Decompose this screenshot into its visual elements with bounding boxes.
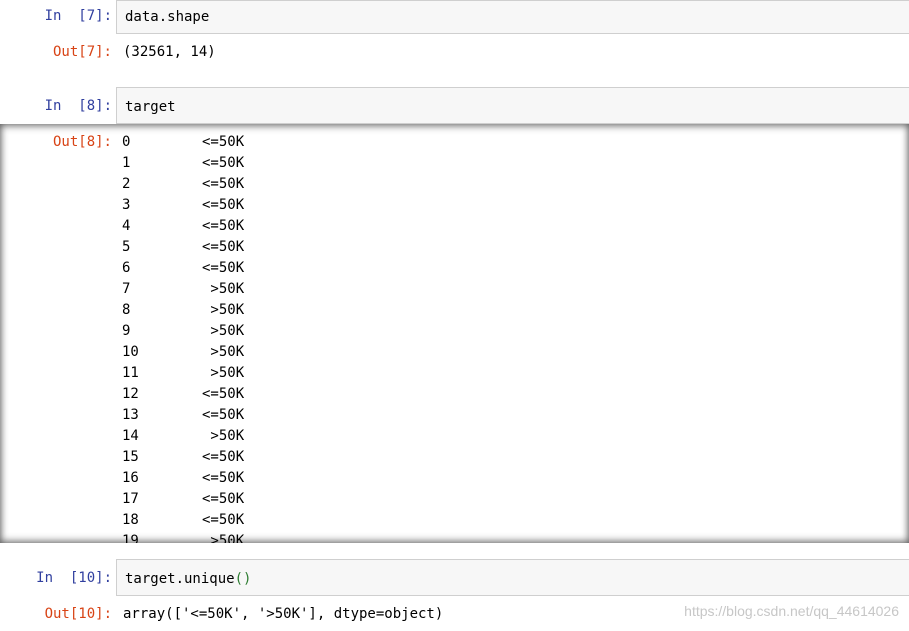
series-index: 19: [122, 533, 139, 543]
series-row: 8 >50K: [122, 300, 244, 321]
series-row: 15 <=50K: [122, 447, 244, 468]
series-index: 18: [122, 512, 139, 528]
out-prompt-10: Out[10]:: [44, 606, 112, 622]
series-row: 11 >50K: [122, 363, 244, 384]
series-row: 4 <=50K: [122, 216, 244, 237]
series-row: 13 <=50K: [122, 405, 244, 426]
series-row: 14 >50K: [122, 426, 244, 447]
series-value: >50K: [202, 533, 245, 543]
output-7: (32561, 14): [123, 44, 216, 60]
in-prompt-10: In [10]:: [36, 570, 112, 586]
series-index: 5: [122, 239, 131, 255]
series-index: 17: [122, 491, 139, 507]
watermark: https://blog.csdn.net/qq_44614026: [684, 603, 899, 619]
series-value: <=50K: [202, 239, 245, 255]
series-row: 1 <=50K: [122, 153, 244, 174]
series-value: <=50K: [202, 176, 245, 192]
series-index: 11: [122, 365, 139, 381]
series-row: 5 <=50K: [122, 237, 244, 258]
series-value: <=50K: [202, 134, 245, 150]
series-value: >50K: [202, 344, 245, 360]
series-index: 4: [122, 218, 131, 234]
series-index: 7: [122, 281, 131, 297]
series-row: 2 <=50K: [122, 174, 244, 195]
series-value: <=50K: [202, 491, 245, 507]
series-index: 13: [122, 407, 139, 423]
series-index: 16: [122, 470, 139, 486]
series-value: <=50K: [202, 512, 245, 528]
series-index: 1: [122, 155, 131, 171]
series-value: <=50K: [202, 449, 245, 465]
series-value: <=50K: [202, 470, 245, 486]
series-row: 18 <=50K: [122, 510, 244, 531]
series-value: >50K: [202, 323, 245, 339]
series-index: 0: [122, 134, 131, 150]
series-value: <=50K: [202, 386, 245, 402]
code-input-7[interactable]: data.shape: [116, 0, 909, 34]
series-value: >50K: [202, 428, 245, 444]
series-value: >50K: [202, 365, 245, 381]
series-index: 3: [122, 197, 131, 213]
scrolled-output-8[interactable]: Out[8]: 0 <=50K 1 <=50K 2 <=50K 3 <=50K 4 <=50K 5 <…: [0, 124, 909, 543]
series-value: <=50K: [202, 407, 245, 423]
series-row: 10 >50K: [122, 342, 244, 363]
series-row: 6 <=50K: [122, 258, 244, 279]
series-index: 8: [122, 302, 131, 318]
in-prompt-8: In [8]:: [44, 98, 112, 114]
series-row: 7 >50K: [122, 279, 244, 300]
series-row: 3 <=50K: [122, 195, 244, 216]
series-index: 9: [122, 323, 131, 339]
notebook: In [7]: data.shape Out[7]: (32561, 14) I…: [0, 0, 909, 631]
series-index: 6: [122, 260, 131, 276]
code-input-8[interactable]: target: [116, 87, 909, 124]
series-value: >50K: [202, 302, 245, 318]
series-index: 15: [122, 449, 139, 465]
series-index: 12: [122, 386, 139, 402]
series-row: 19 >50K: [122, 531, 244, 543]
series-index: 14: [122, 428, 139, 444]
code-text-10: target.unique: [125, 571, 235, 587]
series-row: 12 <=50K: [122, 384, 244, 405]
series-value: >50K: [202, 281, 245, 297]
series-value: <=50K: [202, 260, 245, 276]
code-parens-10: (): [234, 571, 252, 587]
series-value: <=50K: [202, 218, 245, 234]
series-row: 9 >50K: [122, 321, 244, 342]
series-row: 0 <=50K: [122, 132, 244, 153]
series-index: 10: [122, 344, 139, 360]
series-value: <=50K: [202, 197, 245, 213]
series-row: 17 <=50K: [122, 489, 244, 510]
out-prompt-7: Out[7]:: [52, 44, 112, 60]
series-value: <=50K: [202, 155, 245, 171]
out-prompt-8: Out[8]:: [52, 134, 112, 150]
output-10: array(['<=50K', '>50K'], dtype=object): [123, 606, 444, 622]
code-input-10[interactable]: target.unique(): [116, 559, 909, 596]
in-prompt-7: In [7]:: [44, 8, 112, 24]
series-index: 2: [122, 176, 131, 192]
series-row: 16 <=50K: [122, 468, 244, 489]
